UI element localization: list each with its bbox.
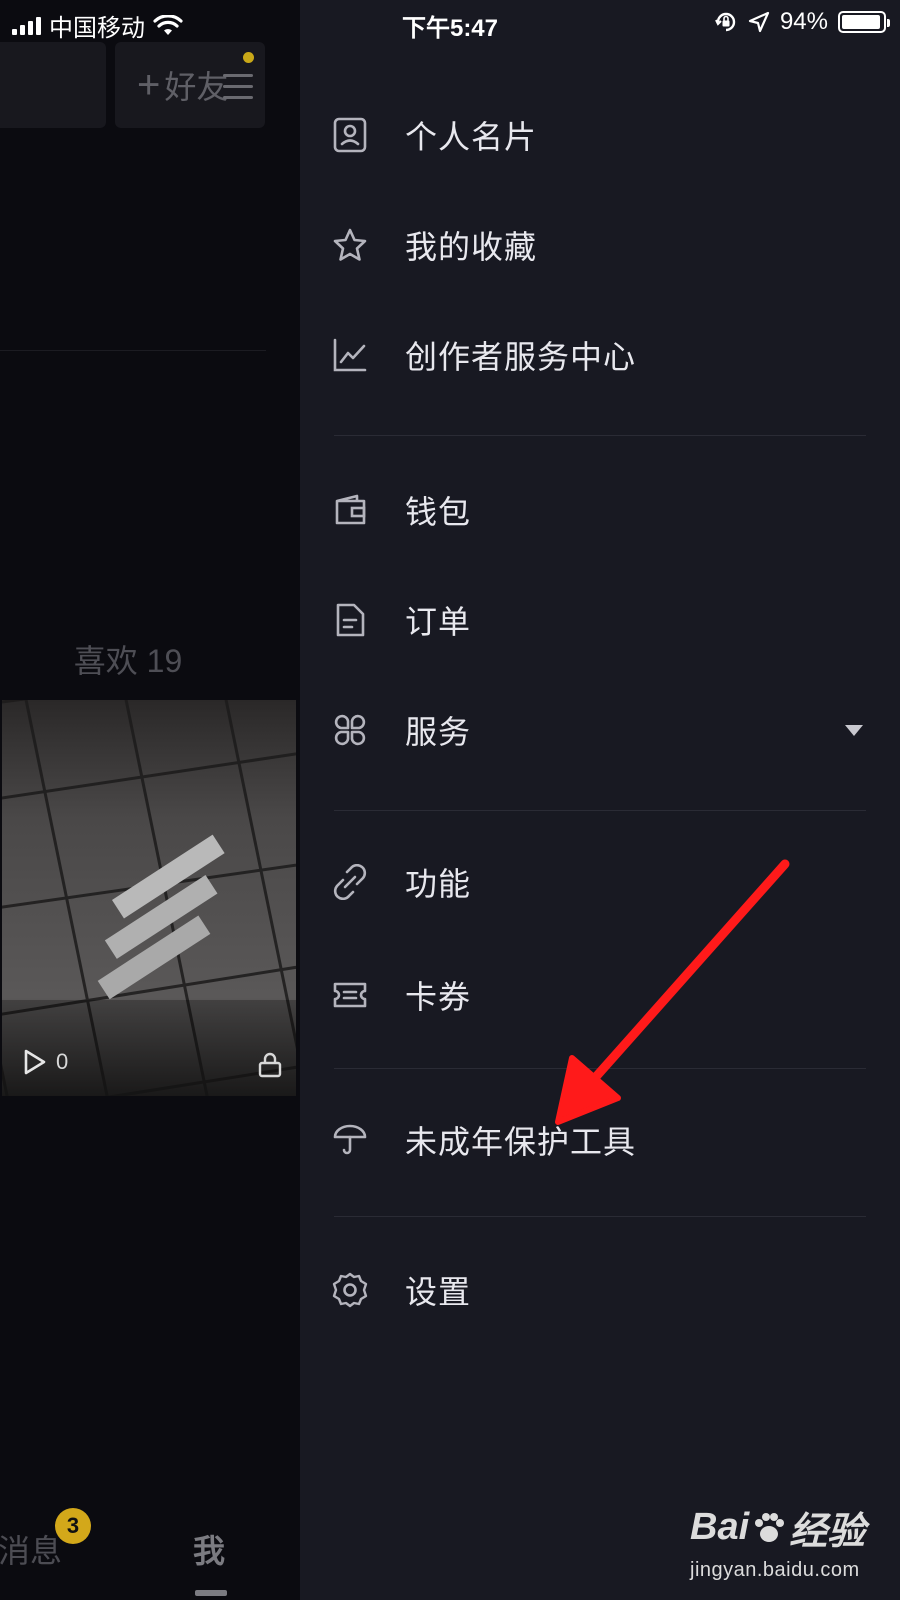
battery-fill xyxy=(842,15,880,29)
four-petal-grid-icon xyxy=(334,714,366,746)
chevron-down-icon[interactable] xyxy=(845,724,863,736)
menu-item-label: 我的收藏 xyxy=(405,229,538,265)
side-drawer: 个人名片 我的收藏 创作者服务中心 钱包 订单 服务 功能 卡券 未成年保护工具… xyxy=(300,0,900,1600)
menu-item-label: 服务 xyxy=(405,714,472,750)
notification-dot xyxy=(243,52,254,63)
menu-item-wallet[interactable]: 钱包 xyxy=(300,470,900,550)
logo-text-b: 经验 xyxy=(789,1511,866,1553)
chart-line-icon xyxy=(333,338,367,372)
tab-active-indicator xyxy=(195,1590,227,1596)
likes-tab-label[interactable]: 喜欢 19 xyxy=(0,636,256,682)
profile-card-icon xyxy=(333,117,367,153)
wifi-icon xyxy=(153,14,183,35)
divider xyxy=(334,810,866,811)
paw-icon xyxy=(755,1512,785,1542)
menu-item-label: 未成年保护工具 xyxy=(405,1124,637,1160)
link-icon xyxy=(333,864,367,900)
lock-icon xyxy=(258,1052,282,1078)
menu-item-services[interactable]: 服务 xyxy=(300,690,900,770)
battery-icon xyxy=(838,11,890,33)
profile-background[interactable]: + 好友 喜欢 19 0 消息 3 我 xyxy=(0,0,296,1600)
menu-item-minor-protection[interactable]: 未成年保护工具 xyxy=(300,1100,900,1180)
wallet-icon xyxy=(335,494,366,525)
divider xyxy=(0,350,266,351)
tile-floor-image xyxy=(2,700,296,1096)
play-icon xyxy=(24,1049,46,1075)
signal-strength-icon xyxy=(12,16,41,35)
divider xyxy=(334,1216,866,1217)
video-thumbnail[interactable] xyxy=(2,700,296,1096)
rotation-lock-icon xyxy=(715,12,736,32)
add-friend-label: 好友 xyxy=(164,69,229,105)
baidu-jingyan-watermark: Bai 经验 jingyan.baidu.com xyxy=(690,1500,890,1590)
status-right: 94% xyxy=(714,8,890,36)
status-left: 中国移动 xyxy=(12,8,183,43)
order-document-icon xyxy=(336,603,365,637)
battery-percent: 94% xyxy=(779,8,828,35)
baidu-logo: Bai 经验 xyxy=(690,1500,890,1555)
menu-item-features[interactable]: 功能 xyxy=(300,842,900,922)
menu-item-label: 设置 xyxy=(405,1274,472,1310)
divider xyxy=(334,435,866,436)
ticket-icon xyxy=(333,982,367,1008)
plus-icon: + xyxy=(137,62,161,107)
edit-profile-button[interactable] xyxy=(0,42,106,128)
menu-item-creator-center[interactable]: 创作者服务中心 xyxy=(300,315,900,395)
messages-badge: 3 xyxy=(55,1508,91,1544)
watermark-url: jingyan.baidu.com xyxy=(690,1559,860,1581)
umbrella-icon xyxy=(333,1124,367,1155)
gear-icon xyxy=(332,1272,368,1308)
menu-item-label: 卡券 xyxy=(405,979,472,1015)
hamburger-menu-icon[interactable] xyxy=(223,74,253,107)
tab-me[interactable]: 我 xyxy=(193,1526,225,1572)
carrier-name: 中国移动 xyxy=(49,15,145,42)
status-bar: 中国移动 下午5:47 94% xyxy=(0,0,900,44)
location-arrow-icon xyxy=(748,11,770,33)
play-count: 0 xyxy=(22,1048,68,1076)
menu-item-favorites[interactable]: 我的收藏 xyxy=(300,205,900,285)
tab-messages[interactable]: 消息 xyxy=(0,1526,62,1572)
menu-item-coupons[interactable]: 卡券 xyxy=(300,955,900,1035)
menu-item-profile-card[interactable]: 个人名片 xyxy=(300,95,900,175)
star-icon xyxy=(333,228,367,261)
menu-item-label: 创作者服务中心 xyxy=(405,339,637,375)
menu-item-label: 个人名片 xyxy=(405,119,538,155)
menu-item-orders[interactable]: 订单 xyxy=(300,580,900,660)
menu-item-label: 订单 xyxy=(405,604,472,640)
divider xyxy=(334,1068,866,1069)
play-count-value: 0 xyxy=(56,1049,69,1074)
logo-text-a: Bai xyxy=(690,1506,750,1548)
menu-item-settings[interactable]: 设置 xyxy=(300,1250,900,1330)
menu-item-label: 功能 xyxy=(405,866,472,902)
menu-item-label: 钱包 xyxy=(405,494,472,530)
